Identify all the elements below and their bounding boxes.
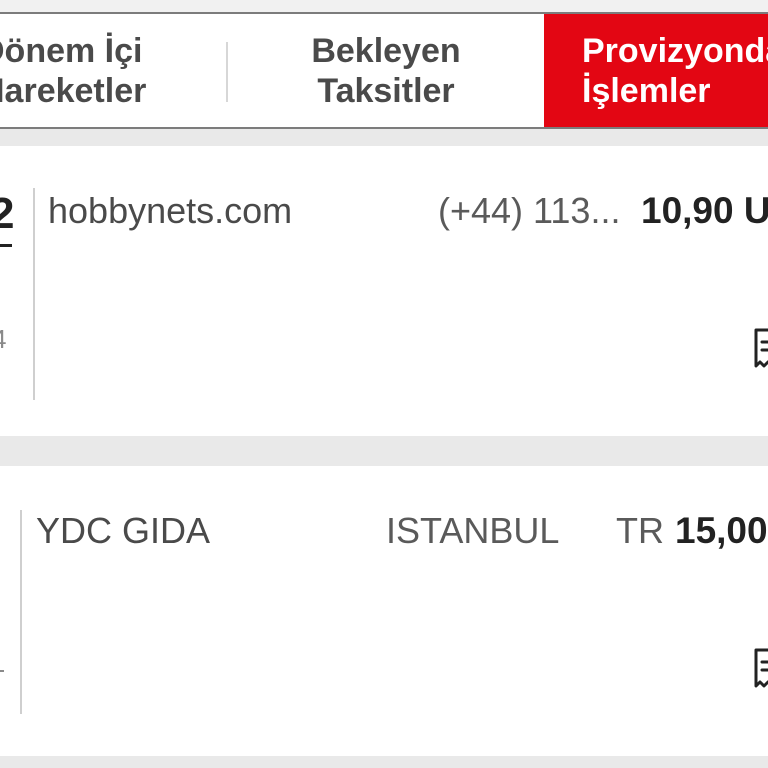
transaction-card[interactable]: YDC GIDA ISTANBUL TR 15,00: [0, 466, 768, 756]
tab-label: Dönem İçi Hareketler: [0, 31, 147, 110]
transaction-date-day: 2: [0, 189, 15, 238]
transaction-amount: 15,00: [675, 510, 768, 551]
receipt-icon[interactable]: [750, 646, 768, 690]
merchant-name: hobbynets.com: [48, 190, 293, 231]
merchant-name: YDC GIDA: [36, 510, 211, 551]
tab-label: Bekleyen Taksitler: [311, 31, 461, 110]
transaction-amount: 10,90 U: [641, 190, 768, 231]
currency-prefix: TR: [616, 510, 664, 551]
tab-bar: Dönem İçi Hareketler Bekleyen Taksitler …: [0, 12, 768, 129]
transaction-card[interactable]: 2 4 hobbynets.com (+44) 113... 10,90 U: [0, 146, 768, 436]
date-dash: [0, 670, 4, 672]
card-divider: [33, 188, 35, 400]
tab-label: Provizyondaki İşlemler: [582, 31, 768, 110]
merchant-location: (+44) 113...: [438, 190, 621, 231]
transaction-date-year: 4: [0, 324, 6, 355]
receipt-icon[interactable]: [750, 326, 768, 370]
tab-provision-transactions[interactable]: Provizyondaki İşlemler: [544, 14, 768, 127]
card-divider: [20, 510, 22, 714]
date-underline: [0, 244, 12, 247]
tab-pending-installments[interactable]: Bekleyen Taksitler: [228, 14, 544, 127]
merchant-location: ISTANBUL: [386, 510, 560, 551]
top-strip: [0, 0, 768, 12]
tab-period-transactions[interactable]: Dönem İçi Hareketler: [0, 14, 228, 127]
